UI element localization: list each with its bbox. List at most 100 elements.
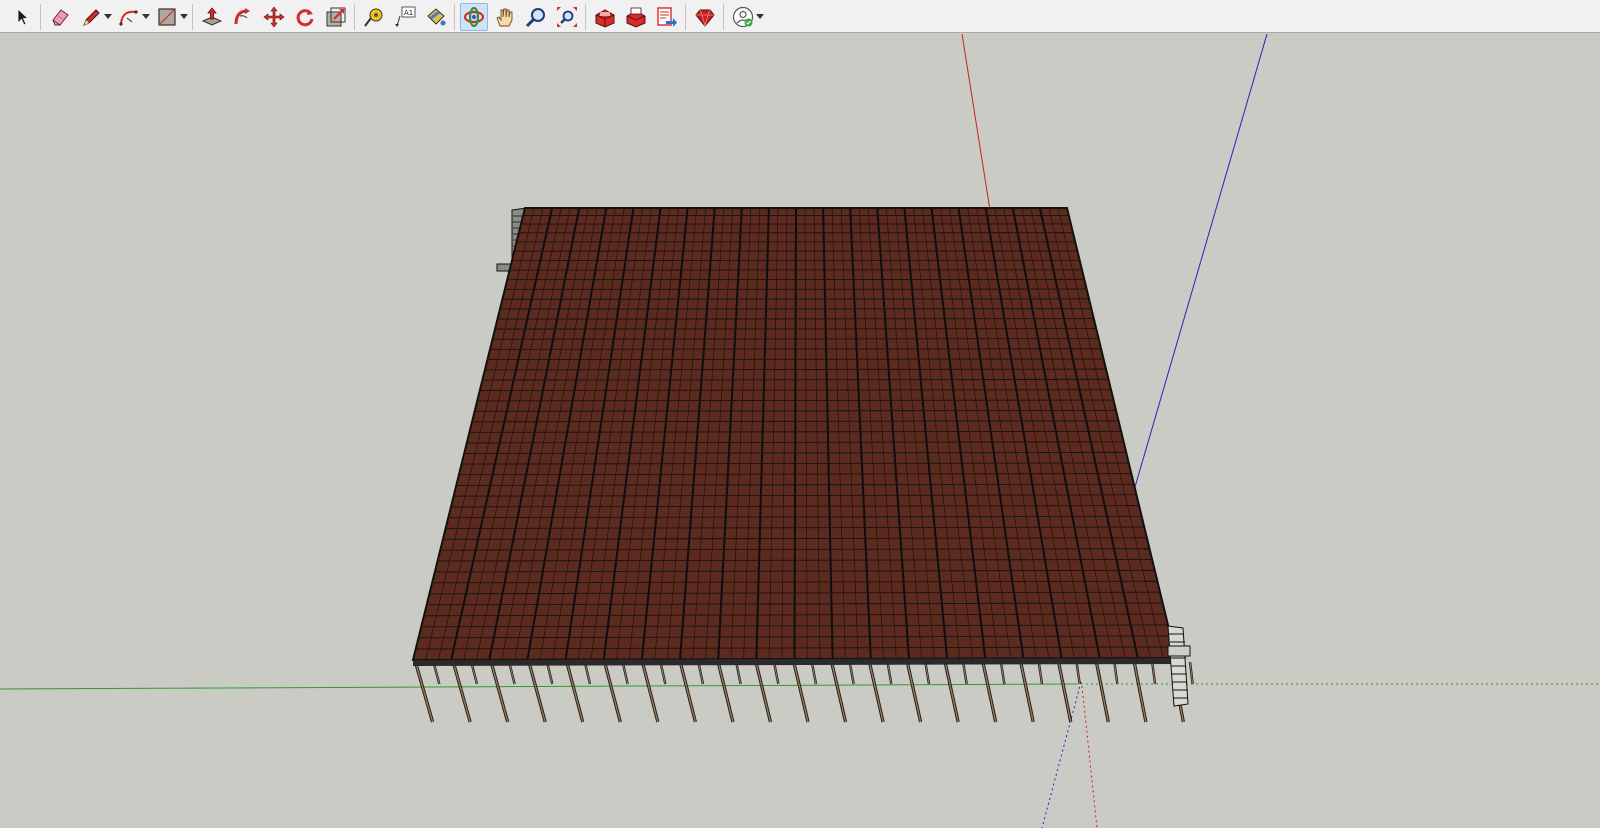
arc-tool-button[interactable] [115,3,143,31]
support-post-wood [1133,661,1147,723]
send-to-layout-button[interactable] [653,3,681,31]
support-post [792,662,818,723]
scale-icon [326,7,345,27]
zoom-tool-button[interactable] [522,3,550,31]
support-post-wood [887,662,892,685]
rotate-tool-button[interactable] [291,3,319,31]
orbit-tool-button[interactable] [459,3,488,31]
support-post-wood [773,663,779,685]
send-to-layout-icon [656,7,677,27]
text-tool-button[interactable]: A1 [391,3,419,31]
chevron-down-icon [104,14,112,19]
pencil-dropdown-button[interactable] [103,3,113,31]
move-tool-button[interactable] [260,3,288,31]
paint-bucket-icon [426,8,445,26]
support-post [490,663,516,723]
support-post-wood [982,662,997,723]
support-post-wood [415,663,434,723]
deck-cross-line [492,338,1099,340]
chevron-down-icon [142,14,150,19]
text-label-icon: A1 [394,6,415,27]
tape-measure-tool-button[interactable] [360,3,388,31]
support-post-wood [1020,662,1034,723]
support-post [943,662,968,723]
support-post-wood [433,663,440,685]
support-post-wood [566,663,584,723]
support-post [1057,661,1081,723]
orbit-icon [463,6,484,28]
support-post-wood [490,663,509,723]
toolbar-separator [40,4,41,30]
support-post-wood [793,662,809,723]
support-post [414,663,441,723]
support-post-wood [471,663,478,685]
stair-right [1167,625,1191,707]
support-post-wood [1095,662,1110,723]
paint-bucket-tool-button[interactable] [422,3,450,31]
zoom-extents-icon [556,7,577,27]
eraser-tool-button[interactable] [46,3,74,31]
3d-warehouse-button[interactable] [591,3,619,31]
push-pull-tool-button[interactable] [198,3,226,31]
pencil-line-icon [82,9,100,26]
support-post-wood [679,663,697,723]
support-post-wood [944,662,959,723]
support-post-wood [642,663,659,723]
toolbar-separator [685,4,686,30]
move-arrows-icon [263,6,284,28]
main-toolbar: A1 [0,0,1600,33]
pencil-tool-button[interactable] [77,3,105,31]
zoom-extents-tool-button[interactable] [553,3,581,31]
support-post-wood [546,663,553,685]
blue-axis-dotted-line [1041,681,1082,828]
support-post-wood [1057,662,1072,723]
arc-dropdown-button[interactable] [141,3,151,31]
support-post [1132,661,1157,723]
rectangle-icon [157,8,176,26]
support-post-wood [868,662,884,723]
support-post-wood [735,663,742,685]
support-posts [414,661,1194,723]
eraser-icon [51,9,69,26]
3d-scene[interactable] [0,34,1600,828]
ruby-console-button[interactable] [691,3,719,31]
extension-warehouse-button[interactable] [622,3,650,31]
support-post [452,663,479,723]
support-post-wood [660,663,666,685]
account-button[interactable] [729,3,757,31]
support-post-wood [528,663,546,723]
support-post [565,663,592,723]
follow-me-icon [234,8,250,25]
chevron-down-icon [180,14,188,19]
support-post-wood [584,663,591,685]
rotate-icon [296,9,313,27]
toolbar-separator [354,4,355,30]
select-arrow-icon [17,8,29,26]
support-post [1019,662,1044,723]
support-post-wood [622,663,629,685]
ruby-gem-icon [694,9,715,27]
support-post [679,662,705,723]
scale-tool-button[interactable] [322,3,350,31]
support-post [868,662,893,723]
extension-warehouse-icon [626,7,645,28]
support-post-wood [698,663,704,685]
rectangle-tool-button[interactable] [153,3,181,31]
support-post-wood [509,663,516,685]
rectangle-dropdown-button[interactable] [179,3,189,31]
support-post-wood [755,662,772,723]
follow-me-tool-button[interactable] [229,3,257,31]
support-post [527,663,554,723]
user-account-icon [732,6,753,28]
support-post-wood [453,663,471,723]
toolbar-separator [723,4,724,30]
tape-measure-icon [363,8,382,27]
arc-icon [118,10,138,26]
support-post [754,662,780,723]
pan-tool-button[interactable] [491,3,519,31]
support-post-wood [924,662,930,685]
pan-hand-icon [495,8,512,27]
select-tool-button[interactable] [8,3,36,31]
account-dropdown-button[interactable] [755,3,765,31]
modeling-viewport[interactable] [0,34,1600,828]
